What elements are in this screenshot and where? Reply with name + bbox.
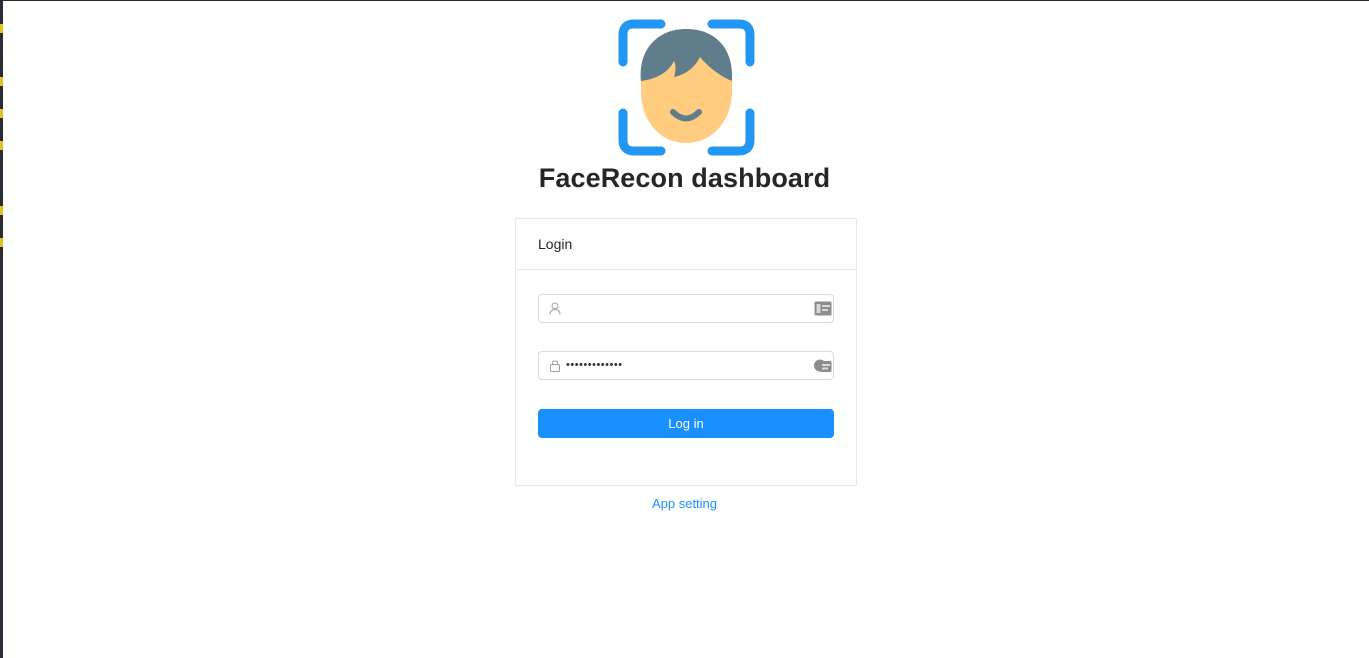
login-card-header: Login [516, 219, 856, 270]
strip-mark [0, 206, 3, 215]
username-field[interactable] [538, 294, 834, 323]
autofill-card-icon[interactable] [814, 301, 832, 316]
login-card: Login ••••••••••••• Log in [515, 218, 857, 486]
login-button[interactable]: Log in [538, 409, 834, 438]
strip-mark [0, 24, 3, 33]
username-input[interactable] [566, 295, 806, 322]
strip-mark [0, 109, 3, 118]
face-recognition-icon [618, 19, 755, 156]
strip-mark [0, 77, 3, 86]
password-masked-value[interactable]: ••••••••••••• [566, 352, 623, 379]
lock-icon [550, 360, 560, 372]
app-setting-row: App setting [0, 496, 1369, 511]
left-edge-strip [0, 1, 3, 658]
login-card-title: Login [538, 236, 573, 252]
strip-mark [0, 141, 3, 150]
password-field[interactable]: ••••••••••••• [538, 351, 834, 380]
user-icon [549, 302, 561, 315]
strip-mark [0, 238, 3, 247]
autofill-key-icon[interactable] [814, 358, 832, 373]
app-setting-link[interactable]: App setting [652, 496, 717, 511]
app-window: FaceRecon dashboard Login ••••••••••••• … [0, 0, 1369, 658]
page-title: FaceRecon dashboard [538, 163, 831, 193]
